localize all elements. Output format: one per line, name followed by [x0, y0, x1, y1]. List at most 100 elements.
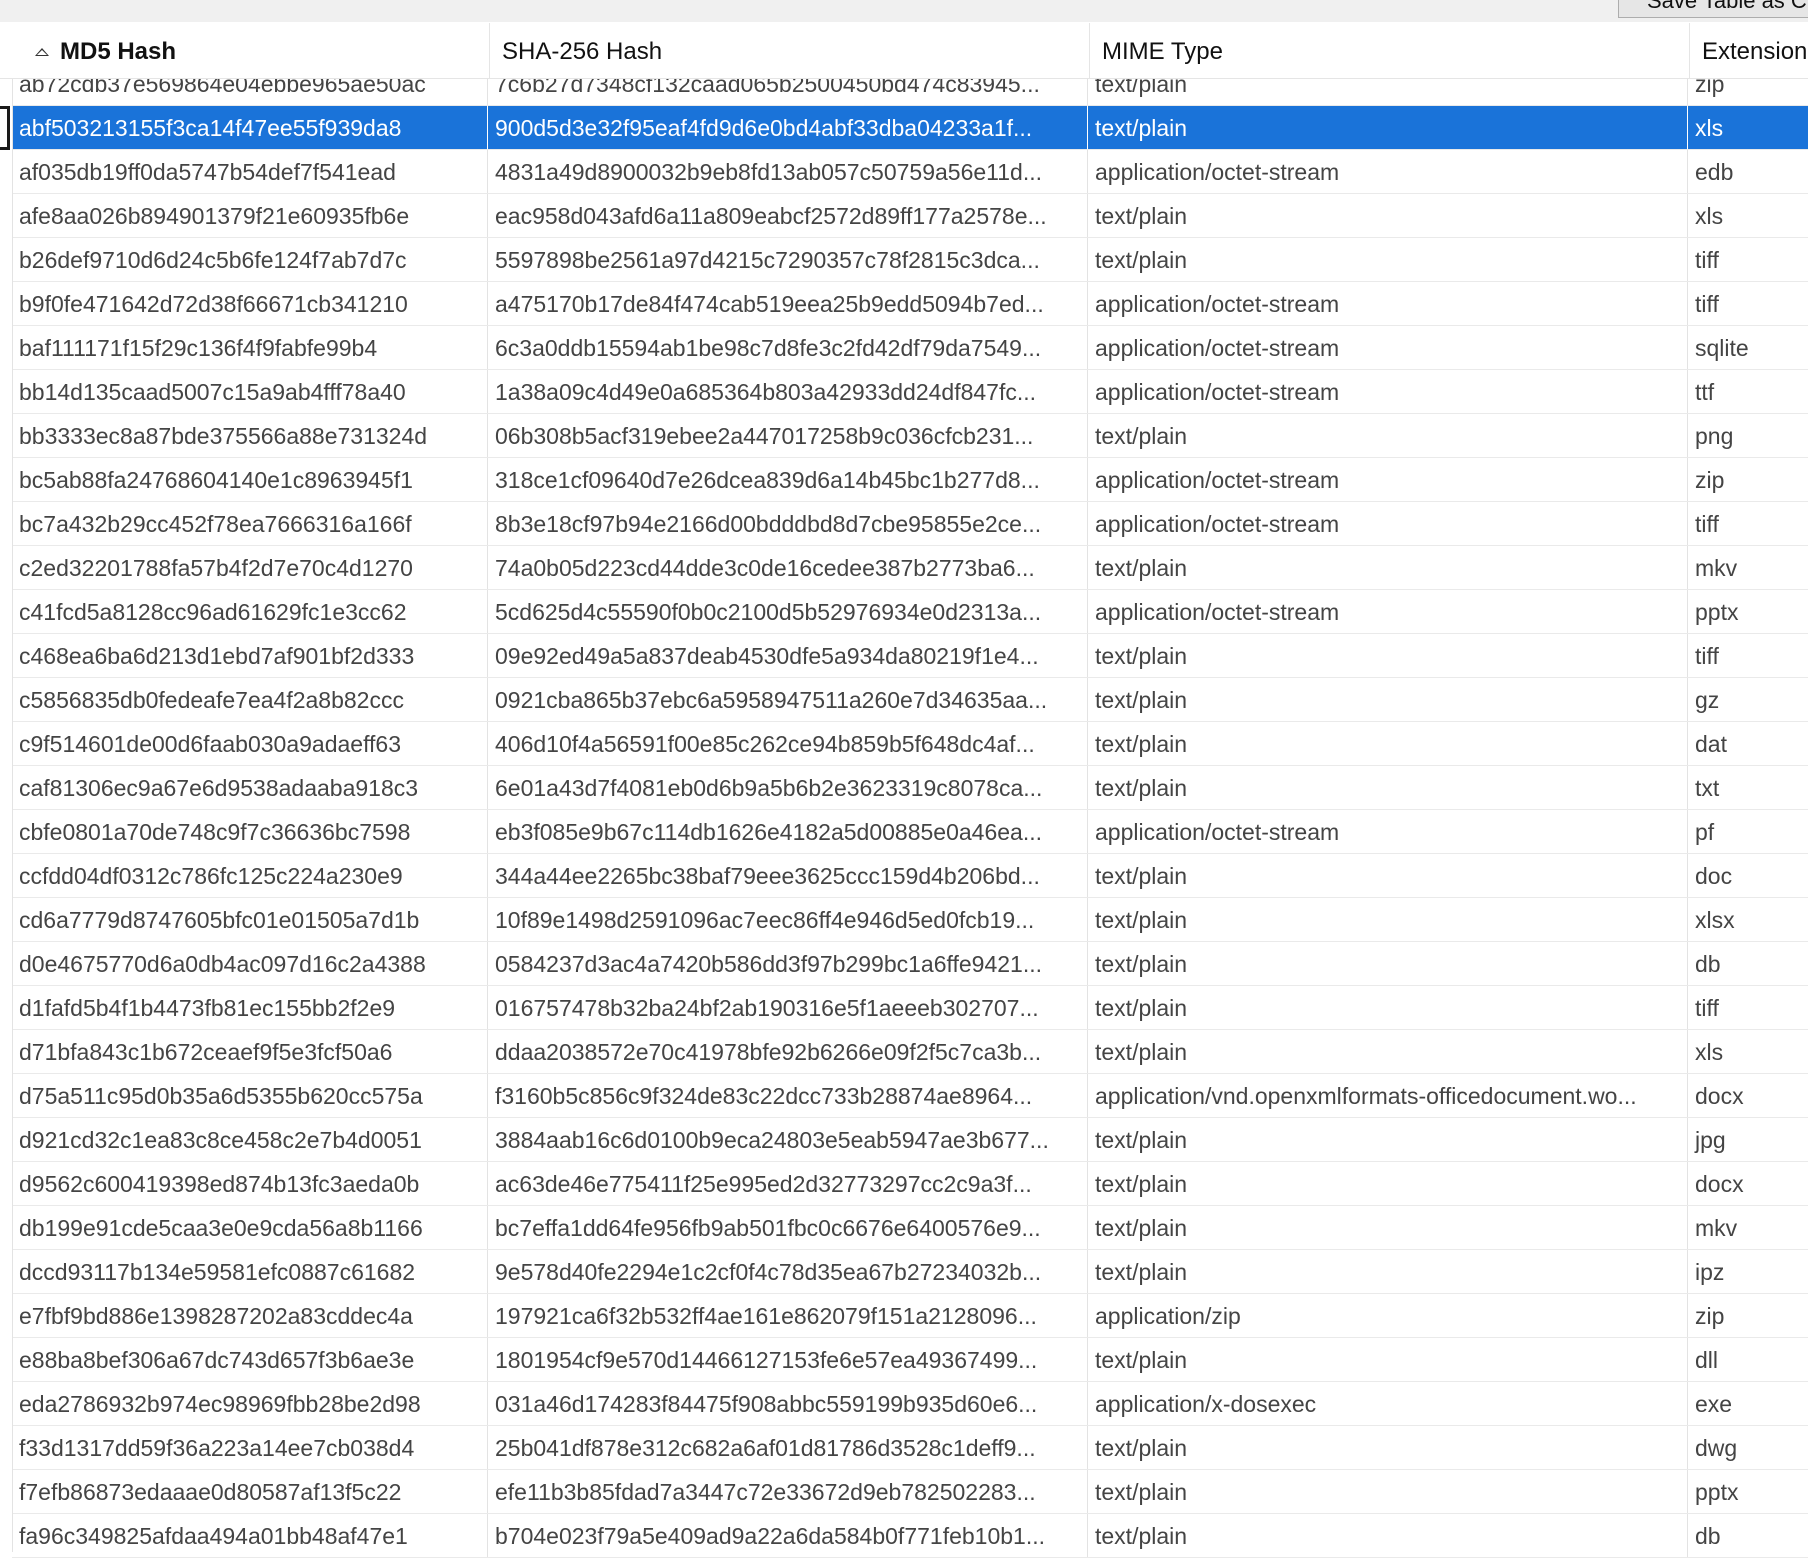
column-header-mime-type[interactable]: MIME Type [1090, 23, 1690, 78]
sha256-cell: 5cd625d4c55590f0b0c2100d5b52976934e0d231… [488, 590, 1088, 633]
table-row[interactable]: d1fafd5b4f1b4473fb81ec155bb2f2e9 01675747… [12, 986, 1808, 1030]
table-row[interactable]: d921cd32c1ea83c8ce458c2e7b4d0051 3884aab1… [12, 1118, 1808, 1162]
md5-cell: e7fbf9bd886e1398287202a83cddec4a [12, 1294, 488, 1337]
sha256-cell: 031a46d174283f84475f908abbc559199b935d60… [488, 1382, 1088, 1425]
table-row[interactable]: bc5ab88fa24768604140e1c8963945f1 318ce1cf… [12, 458, 1808, 502]
extension-cell: tiff [1688, 282, 1808, 325]
table-row[interactable]: afe8aa026b894901379f21e60935fb6e eac958d0… [12, 194, 1808, 238]
table-row[interactable]: e88ba8bef306a67dc743d657f3b6ae3e 1801954c… [12, 1338, 1808, 1382]
extension-cell: dll [1688, 1338, 1808, 1381]
extension-cell: pptx [1688, 1470, 1808, 1513]
table-row[interactable]: baf111171f15f29c136f4f9fabfe99b4 6c3a0ddb… [12, 326, 1808, 370]
extension-cell: docx [1688, 1074, 1808, 1117]
md5-cell: afe8aa026b894901379f21e60935fb6e [12, 194, 488, 237]
mime-type-cell: text/plain [1088, 766, 1688, 809]
sha256-cell: 016757478b32ba24bf2ab190316e5f1aeeeb3027… [488, 986, 1088, 1029]
table-row[interactable]: c468ea6ba6d213d1ebd7af901bf2d333 09e92ed4… [12, 634, 1808, 678]
table-row[interactable]: dccd93117b134e59581efc0887c61682 9e578d40… [12, 1250, 1808, 1294]
mime-type-cell: text/plain [1088, 1514, 1688, 1557]
md5-cell: c2ed32201788fa57b4f2d7e70c4d1270 [12, 546, 488, 589]
table-row[interactable]: b26def9710d6d24c5b6fe124f7ab7d7c 5597898b… [12, 238, 1808, 282]
table-row[interactable]: d75a511c95d0b35a6d5355b620cc575a f3160b5c… [12, 1074, 1808, 1118]
md5-cell: ccfdd04df0312c786fc125c224a230e9 [12, 854, 488, 897]
extension-cell: tiff [1688, 238, 1808, 281]
sha256-cell: b704e023f79a5e409ad9a22a6da584b0f771feb1… [488, 1514, 1088, 1557]
table-row[interactable]: e7fbf9bd886e1398287202a83cddec4a 197921ca… [12, 1294, 1808, 1338]
table-row[interactable]: ccfdd04df0312c786fc125c224a230e9 344a44ee… [12, 854, 1808, 898]
table-row[interactable]: c2ed32201788fa57b4f2d7e70c4d1270 74a0b05d… [12, 546, 1808, 590]
mime-type-cell: application/x-dosexec [1088, 1382, 1688, 1425]
sha256-cell: f3160b5c856c9f324de83c22dcc733b28874ae89… [488, 1074, 1088, 1117]
table-row[interactable]: c9f514601de00d6faab030a9adaeff63 406d10f4… [12, 722, 1808, 766]
extension-cell: docx [1688, 1162, 1808, 1205]
table-row[interactable]: fa96c349825afdaa494a01bb48af47e1 b704e023… [12, 1514, 1808, 1558]
mime-type-cell: text/plain [1088, 854, 1688, 897]
extension-cell: pptx [1688, 590, 1808, 633]
extension-cell: png [1688, 414, 1808, 457]
column-header-extension[interactable]: Extension [1690, 23, 1808, 78]
table-row[interactable]: c41fcd5a8128cc96ad61629fc1e3cc62 5cd625d4… [12, 590, 1808, 634]
mime-type-cell: text/plain [1088, 986, 1688, 1029]
md5-cell: bc5ab88fa24768604140e1c8963945f1 [12, 458, 488, 501]
md5-cell: e88ba8bef306a67dc743d657f3b6ae3e [12, 1338, 488, 1381]
md5-cell: caf81306ec9a67e6d9538adaaba918c3 [12, 766, 488, 809]
table-row[interactable]: cbfe0801a70de748c9f7c36636bc7598 eb3f085e… [12, 810, 1808, 854]
mime-type-cell: application/octet-stream [1088, 326, 1688, 369]
extension-cell: pf [1688, 810, 1808, 853]
column-header-md5[interactable]: MD5 Hash [12, 23, 490, 78]
table-row[interactable]: abf503213155f3ca14f47ee55f939da8 900d5d3e… [12, 106, 1808, 150]
table-row[interactable]: d9562c600419398ed874b13fc3aeda0b ac63de46… [12, 1162, 1808, 1206]
extension-cell: db [1688, 1514, 1808, 1557]
table-row[interactable]: caf81306ec9a67e6d9538adaaba918c3 6e01a43d… [12, 766, 1808, 810]
mime-type-cell: application/octet-stream [1088, 502, 1688, 545]
table-row[interactable]: bb14d135caad5007c15a9ab4fff78a40 1a38a09c… [12, 370, 1808, 414]
extension-cell: jpg [1688, 1118, 1808, 1161]
table-row[interactable]: b9f0fe471642d72d38f66671cb341210 a475170b… [12, 282, 1808, 326]
md5-cell: f33d1317dd59f36a223a14ee7cb038d4 [12, 1426, 488, 1469]
md5-cell: b9f0fe471642d72d38f66671cb341210 [12, 282, 488, 325]
sha256-cell: 0921cba865b37ebc6a5958947511a260e7d34635… [488, 678, 1088, 721]
extension-cell: txt [1688, 766, 1808, 809]
mime-type-cell: application/octet-stream [1088, 458, 1688, 501]
table-row[interactable]: d0e4675770d6a0db4ac097d16c2a4388 0584237d… [12, 942, 1808, 986]
extension-cell: ipz [1688, 1250, 1808, 1293]
table-row[interactable]: f33d1317dd59f36a223a14ee7cb038d4 25b041df… [12, 1426, 1808, 1470]
md5-cell: f7efb86873edaaae0d80587af13f5c22 [12, 1470, 488, 1513]
extension-cell: xls [1688, 106, 1808, 149]
md5-cell: c41fcd5a8128cc96ad61629fc1e3cc62 [12, 590, 488, 633]
sha256-cell: 74a0b05d223cd44dde3c0de16cedee387b2773ba… [488, 546, 1088, 589]
sha256-cell: 4831a49d8900032b9eb8fd13ab057c50759a56e1… [488, 150, 1088, 193]
table-row[interactable]: c5856835db0fedeafe7ea4f2a8b82ccc 0921cba8… [12, 678, 1808, 722]
table-row[interactable]: bb3333ec8a87bde375566a88e731324d 06b308b5… [12, 414, 1808, 458]
mime-type-cell: text/plain [1088, 1030, 1688, 1073]
table-row[interactable]: eda2786932b974ec98969fbb28be2d98 031a46d1… [12, 1382, 1808, 1426]
md5-cell: eda2786932b974ec98969fbb28be2d98 [12, 1382, 488, 1425]
mime-type-cell: application/octet-stream [1088, 810, 1688, 853]
extension-cell: xls [1688, 194, 1808, 237]
extension-cell: xlsx [1688, 898, 1808, 941]
table-row[interactable]: d71bfa843c1b672ceaef9f5e3fcf50a6 ddaa2038… [12, 1030, 1808, 1074]
md5-cell: d71bfa843c1b672ceaef9f5e3fcf50a6 [12, 1030, 488, 1073]
md5-cell: d921cd32c1ea83c8ce458c2e7b4d0051 [12, 1118, 488, 1161]
extension-cell: mkv [1688, 1206, 1808, 1249]
table-row[interactable]: af035db19ff0da5747b54def7f541ead 4831a49d… [12, 150, 1808, 194]
sha256-cell: 900d5d3e32f95eaf4fd9d6e0bd4abf33dba04233… [488, 106, 1088, 149]
extension-cell: sqlite [1688, 326, 1808, 369]
md5-cell: dccd93117b134e59581efc0887c61682 [12, 1250, 488, 1293]
sha256-cell: 10f89e1498d2591096ac7eec86ff4e946d5ed0fc… [488, 898, 1088, 941]
mime-type-cell: text/plain [1088, 722, 1688, 765]
mime-type-cell: text/plain [1088, 1250, 1688, 1293]
mime-type-cell: text/plain [1088, 898, 1688, 941]
sha256-cell: 9e578d40fe2294e1c2cf0f4c78d35ea67b272340… [488, 1250, 1088, 1293]
table-row[interactable]: bc7a432b29cc452f78ea7666316a166f 8b3e18cf… [12, 502, 1808, 546]
mime-type-cell: text/plain [1088, 942, 1688, 985]
sha256-cell: 06b308b5acf319ebee2a447017258b9c036cfcb2… [488, 414, 1088, 457]
md5-cell: cd6a7779d8747605bfc01e01505a7d1b [12, 898, 488, 941]
mime-type-cell: application/octet-stream [1088, 590, 1688, 633]
table-row[interactable]: db199e91cde5caa3e0e9cda56a8b1166 bc7effa1… [12, 1206, 1808, 1250]
column-header-sha256[interactable]: SHA-256 Hash [490, 23, 1090, 78]
md5-cell: bc7a432b29cc452f78ea7666316a166f [12, 502, 488, 545]
table-row[interactable]: cd6a7779d8747605bfc01e01505a7d1b 10f89e14… [12, 898, 1808, 942]
sha256-cell: efe11b3b85fdad7a3447c72e33672d9eb7825022… [488, 1470, 1088, 1513]
table-row[interactable]: f7efb86873edaaae0d80587af13f5c22 efe11b3b… [12, 1470, 1808, 1514]
